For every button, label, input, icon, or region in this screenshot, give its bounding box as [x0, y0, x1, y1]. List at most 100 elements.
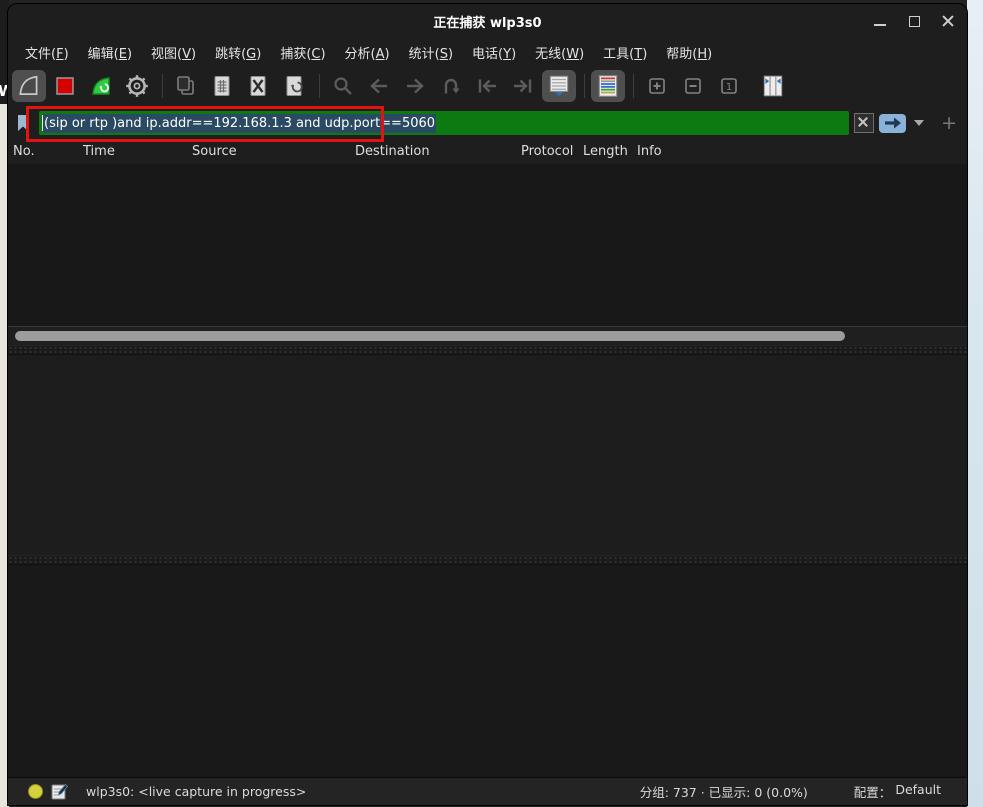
zoom-in-button[interactable]: [640, 70, 674, 102]
arrow-right-icon: [403, 74, 427, 98]
filter-bar: (sip or rtp )and ip.addr==192.168.1.3 an…: [8, 106, 967, 140]
capture-status-text: wlp3s0: <live capture in progress>: [86, 784, 306, 799]
menu-wireless[interactable]: 无线(W): [532, 41, 587, 64]
menu-capture[interactable]: 捕获(C): [277, 41, 328, 64]
save-capture-file-button[interactable]: [205, 70, 239, 102]
open-file-icon: [174, 74, 198, 98]
go-first-packet-button[interactable]: [470, 70, 504, 102]
filter-bookmark-button[interactable]: [12, 111, 34, 135]
toolbar-separator: [319, 74, 320, 98]
auto-scroll-button[interactable]: [542, 70, 576, 102]
stop-square-icon: [53, 74, 77, 98]
go-to-packet-button[interactable]: [434, 70, 468, 102]
close-capture-file-button[interactable]: [241, 70, 275, 102]
go-back-button[interactable]: [362, 70, 396, 102]
packet-details-pane[interactable]: [8, 355, 967, 555]
jump-arrow-icon: [439, 74, 463, 98]
search-icon: [331, 74, 355, 98]
reload-file-icon: [282, 74, 306, 98]
window-controls: [873, 4, 955, 38]
maximize-icon: [909, 16, 920, 27]
save-file-icon: [210, 74, 234, 98]
status-bar: wlp3s0: <live capture in progress> 分组: 7…: [8, 777, 967, 805]
packet-list-pane[interactable]: [8, 164, 967, 326]
horizontal-scrollbar[interactable]: [8, 326, 967, 345]
profile-value: Default: [895, 782, 941, 801]
pane-splitter[interactable]: [8, 345, 967, 355]
column-protocol[interactable]: Protocol: [521, 144, 573, 159]
normal-size-icon: 1: [717, 74, 741, 98]
close-button[interactable]: [941, 14, 955, 28]
find-packet-button[interactable]: [326, 70, 360, 102]
resize-columns-icon: [760, 73, 786, 99]
packet-list-header: No. Time Source Destination Protocol Len…: [8, 140, 967, 164]
packets-count-text: 分组: 737 · 已显示: 0 (0.0%): [640, 782, 808, 801]
colorize-icon: [595, 73, 621, 99]
minimize-button[interactable]: [873, 14, 887, 28]
reload-capture-file-button[interactable]: [277, 70, 311, 102]
display-filter-input[interactable]: (sip or rtp )and ip.addr==192.168.1.3 an…: [39, 111, 849, 135]
column-length[interactable]: Length: [583, 144, 628, 159]
svg-text:1: 1: [726, 82, 732, 93]
display-filter-value: (sip or rtp )and ip.addr==192.168.1.3 an…: [43, 114, 436, 133]
last-packet-icon: [511, 74, 535, 98]
scrollbar-thumb[interactable]: [15, 331, 845, 341]
profile-label: 配置：: [854, 782, 892, 801]
open-capture-file-button[interactable]: [169, 70, 203, 102]
menu-file[interactable]: 文件(F): [22, 41, 72, 64]
menu-tools[interactable]: 工具(T): [600, 41, 650, 64]
arrow-left-icon: [367, 74, 391, 98]
menu-help[interactable]: 帮助(H): [663, 41, 715, 64]
stop-capture-button[interactable]: [48, 70, 82, 102]
clear-filter-button[interactable]: [854, 113, 874, 133]
menu-statistics[interactable]: 统计(S): [406, 41, 456, 64]
minimize-icon: [874, 24, 886, 26]
column-info[interactable]: Info: [637, 144, 662, 159]
menu-bar: 文件(F) 编辑(E) 视图(V) 跳转(G) 捕获(C) 分析(A) 统计(S…: [8, 38, 967, 66]
close-icon: [942, 15, 954, 27]
toolbar-separator: [633, 74, 634, 98]
resize-columns-button[interactable]: [756, 70, 790, 102]
menu-view[interactable]: 视图(V): [148, 41, 199, 64]
menu-analyze[interactable]: 分析(A): [342, 41, 393, 64]
menu-go[interactable]: 跳转(G): [212, 41, 264, 64]
go-last-packet-button[interactable]: [506, 70, 540, 102]
start-capture-button[interactable]: [12, 70, 46, 102]
toolbar-separator: [162, 74, 163, 98]
apply-arrow-icon: [884, 117, 902, 129]
capture-options-button[interactable]: [120, 70, 154, 102]
pane-splitter[interactable]: [8, 555, 967, 565]
profile-section[interactable]: 配置： Default: [854, 782, 941, 801]
toolbar-separator: [584, 74, 585, 98]
restart-fin-icon: [89, 74, 113, 98]
normal-size-button[interactable]: 1: [712, 70, 746, 102]
wireshark-window: 正在捕获 wlp3s0 文件(F) 编辑(E) 视图(V) 跳转(G) 捕获(C…: [8, 4, 967, 805]
zoom-out-button[interactable]: [676, 70, 710, 102]
close-file-icon: [246, 74, 270, 98]
auto-scroll-icon: [546, 73, 572, 99]
bookmark-icon: [15, 114, 31, 132]
capture-comment-icon[interactable]: [51, 783, 68, 800]
column-destination[interactable]: Destination: [355, 144, 430, 159]
packet-bytes-pane[interactable]: [8, 565, 967, 777]
first-packet-icon: [475, 74, 499, 98]
main-toolbar: 1: [8, 66, 967, 106]
window-title: 正在捕获 wlp3s0: [433, 12, 541, 31]
filter-dropdown-caret[interactable]: [914, 120, 924, 126]
column-time[interactable]: Time: [83, 144, 115, 159]
menu-edit[interactable]: 编辑(E): [85, 41, 135, 64]
add-filter-button[interactable]: +: [941, 114, 957, 133]
menu-telephony[interactable]: 电话(Y): [469, 41, 519, 64]
restart-capture-button[interactable]: [84, 70, 118, 102]
go-forward-button[interactable]: [398, 70, 432, 102]
zoom-out-icon: [681, 74, 705, 98]
column-no[interactable]: No.: [13, 144, 35, 159]
column-source[interactable]: Source: [192, 144, 237, 159]
shark-fin-icon: [16, 73, 42, 99]
title-bar[interactable]: 正在捕获 wlp3s0: [8, 4, 967, 38]
expert-info-icon[interactable]: [28, 784, 43, 799]
maximize-button[interactable]: [907, 14, 921, 28]
zoom-in-icon: [645, 74, 669, 98]
apply-filter-button[interactable]: [879, 114, 906, 133]
colorize-packets-button[interactable]: [591, 70, 625, 102]
